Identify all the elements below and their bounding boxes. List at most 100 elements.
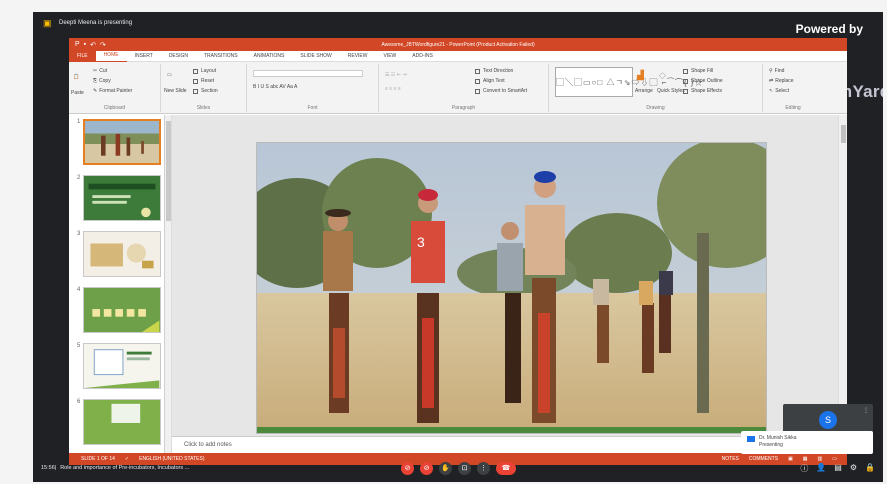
horse-riders-photo: 3 [257, 143, 766, 433]
call-controls: ⊘ ⊘ ✋ ⊡ ⋮ ☎ [401, 462, 516, 475]
people-icon[interactable]: 👤 [816, 463, 826, 474]
tab-add-ins[interactable]: ADD-INS [404, 51, 441, 62]
list-buttons[interactable]: ☰ ☷ ⇤ ⇥ [385, 72, 407, 78]
cut-button[interactable]: ✂ Cut [93, 68, 107, 74]
convert-smartart-button[interactable]: Convert to SmartArt [475, 88, 527, 94]
activities-icon[interactable]: ⚙ [850, 463, 857, 474]
paste-button[interactable]: 📋 [73, 74, 79, 80]
drawing-group: ▢╲▢▭○□ △ㄱ⇘⇨⇩▢ ⌐⁀⌒{ }☆ ▟ Arrange ◇ Quick … [549, 64, 763, 112]
tab-animations[interactable]: ANIMATIONS [246, 51, 293, 62]
font-format-buttons[interactable]: B I U S abc AV Aa A [253, 84, 297, 90]
text-direction-button[interactable]: Text Direction [475, 68, 513, 74]
replace-icon: ⇄ [769, 78, 774, 84]
slide-thumbnail[interactable]: 6 [77, 399, 161, 447]
arrange-label: Arrange [635, 88, 653, 94]
select-button[interactable]: ↖ Select [769, 88, 789, 94]
scrollbar-thumb[interactable] [166, 121, 171, 221]
drawing-group-label: Drawing [646, 105, 665, 111]
slide-thumbnail[interactable]: 1 [77, 119, 161, 167]
shape-fill-button[interactable]: Shape Fill [683, 68, 713, 74]
scissors-icon: ✂ [93, 68, 98, 74]
tab-transitions[interactable]: TRANSITIONS [196, 51, 246, 62]
tab-slide-show[interactable]: SLIDE SHOW [292, 51, 339, 62]
present-icon[interactable]: ⊡ [458, 462, 471, 475]
slide-thumbnail[interactable]: 2 [77, 175, 161, 223]
camera-off-icon[interactable]: ⊘ [420, 462, 433, 475]
slide-canvas[interactable]: 3 [256, 142, 767, 434]
presenting-icon [747, 436, 755, 442]
notes-placeholder: Click to add notes [184, 442, 232, 448]
paragraph-group: ☰ ☷ ⇤ ⇥ ≡ ≡ ≡ ≡ Text Direction Align Tex… [379, 64, 549, 112]
hand-raise-icon[interactable]: ✋ [439, 462, 452, 475]
window-title: Awesome_JBTWordfigure21 - PowerPoint (Pr… [381, 41, 535, 48]
tab-design[interactable]: DESIGN [161, 51, 196, 62]
binoculars-icon: ⚲ [769, 68, 773, 74]
paste-icon: 📋 [73, 74, 80, 80]
powerpoint-window: P ▪ ↶ ↷ Awesome_JBTWordfigure21 - PowerP… [69, 38, 847, 465]
chat-icon[interactable]: ▤ [834, 463, 842, 474]
arrange-icon: ▟ [637, 70, 644, 80]
align-buttons[interactable]: ≡ ≡ ≡ ≡ [385, 86, 401, 92]
tab-review[interactable]: REVIEW [340, 51, 376, 62]
shape-outline-button[interactable]: Shape Outline [683, 78, 723, 84]
more-icon[interactable]: ⋮ [477, 462, 490, 475]
tab-file[interactable]: FILE [69, 50, 96, 62]
quick-styles-label: Quick Styles [657, 88, 685, 94]
tab-view[interactable]: VIEW [376, 51, 405, 62]
present-screen-icon: ▣ [43, 18, 52, 28]
cursor-icon: ↖ [769, 88, 774, 94]
presenting-text: Deepti Meena is presenting [59, 20, 133, 26]
ribbon-tabs: FILE HOME INSERT DESIGN TRANSITIONS ANIM… [69, 50, 847, 62]
section-button[interactable]: Section [193, 88, 218, 94]
quick-styles-button[interactable]: ◇ [659, 70, 666, 81]
ribbon: 📋 Paste ✂ Cut ⎘ Copy ✎ Format Painter Clipb… [69, 62, 847, 114]
slide-thumbnail[interactable]: 5 [77, 343, 161, 391]
slide-thumbnail-image [83, 175, 161, 221]
thumbnails-scrollbar[interactable] [165, 115, 172, 453]
brush-icon: ✎ [93, 88, 98, 94]
editing-group-label: Editing [785, 105, 801, 111]
slide-thumbnail[interactable]: 4 [77, 287, 161, 335]
layout-button[interactable]: Layout [193, 68, 216, 74]
paragraph-group-label: Paragraph [451, 105, 476, 111]
font-name-box[interactable] [253, 70, 363, 77]
shape-effects-button[interactable]: Shape Effects [683, 88, 722, 94]
end-call-icon[interactable]: ☎ [496, 462, 516, 475]
scrollbar-thumb[interactable] [841, 125, 846, 143]
slide-scrollbar[interactable] [838, 115, 847, 436]
format-painter-button[interactable]: ✎ Format Painter [93, 88, 132, 94]
slides-group-label: Slides [196, 105, 211, 111]
info-icon[interactable]: ⓘ [800, 463, 808, 474]
slides-group: ▭ New Slide Layout Reset Section Slides [161, 64, 247, 112]
slide-thumbnail-image [83, 287, 161, 333]
replace-button[interactable]: ⇄ Replace [769, 78, 794, 84]
notes-pane[interactable]: Click to add notes [172, 436, 837, 453]
right-controls: ⓘ 👤 ▤ ⚙ 🔒 [800, 463, 875, 474]
svg-text:3: 3 [417, 234, 425, 250]
slide-thumbnail-image [83, 399, 161, 445]
ppt-workspace: 1 2 3 4 5 6 3 Click to add notes [69, 115, 847, 453]
mic-off-icon[interactable]: ⊘ [401, 462, 414, 475]
reset-button[interactable]: Reset [193, 78, 214, 84]
presenter-bar: ▣ Deepti Meena is presenting [33, 12, 883, 34]
tab-home[interactable]: HOME [95, 50, 127, 62]
clipboard-group: 📋 Paste ✂ Cut ⎘ Copy ✎ Format Painter Clipb… [69, 64, 161, 112]
powered-by-label: Powered by [795, 22, 863, 36]
new-slide-button[interactable]: ▭ [167, 72, 172, 78]
font-group: B I U S abc AV Aa A Font [247, 64, 379, 112]
find-button[interactable]: ⚲ Find [769, 68, 784, 74]
shapes-gallery[interactable]: ▢╲▢▭○□ △ㄱ⇘⇨⇩▢ ⌐⁀⌒{ }☆ [555, 67, 702, 97]
copy-icon: ⎘ [93, 78, 98, 84]
copy-button[interactable]: ⎘ Copy [93, 78, 111, 84]
align-text-button[interactable]: Align Text [475, 78, 505, 84]
clipboard-group-label: Clipboard [103, 105, 126, 111]
more-options-icon[interactable]: ⋮ [863, 407, 869, 414]
new-slide-icon: ▭ [167, 72, 172, 78]
font-group-label: Font [307, 105, 318, 111]
editing-group: ⚲ Find ⇄ Replace ↖ Select Editing [763, 64, 823, 112]
tab-insert[interactable]: INSERT [127, 51, 161, 62]
slide-thumbnail-image [83, 343, 161, 389]
lock-icon[interactable]: 🔒 [865, 463, 875, 474]
slide-thumbnail[interactable]: 3 [77, 231, 161, 279]
arrange-button[interactable]: ▟ [637, 70, 644, 81]
